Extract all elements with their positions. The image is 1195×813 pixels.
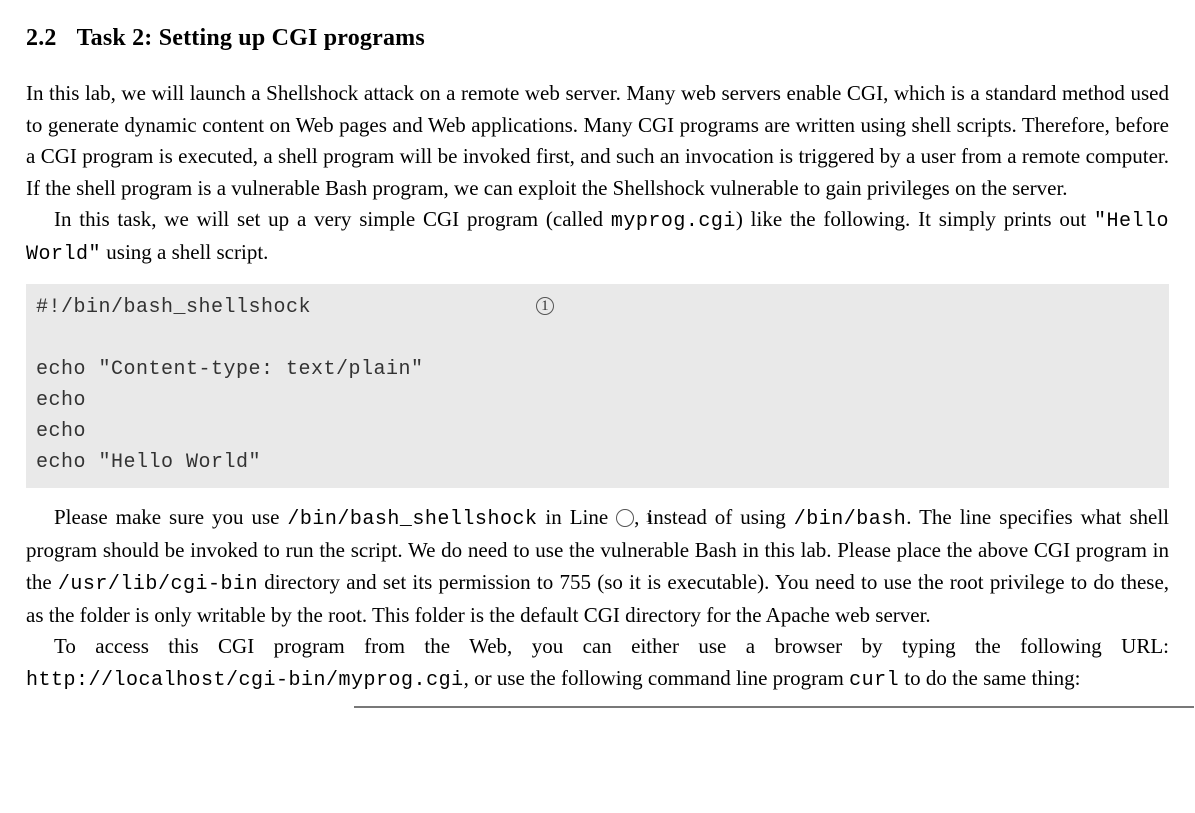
- inline-code-path: /usr/lib/cgi-bin: [58, 573, 258, 596]
- code-block: #!/bin/bash_shellshock 1 echo "Content-t…: [26, 284, 1169, 488]
- text: ) like the following. It simply prints o…: [736, 207, 1094, 231]
- paragraph-3: Please make sure you use /bin/bash_shell…: [26, 502, 1169, 631]
- paragraph-4: To access this CGI program from the Web,…: [26, 631, 1169, 696]
- code-line-6: echo "Hello World": [36, 451, 261, 474]
- paragraph-2: In this task, we will set up a very simp…: [26, 204, 1169, 270]
- line-marker-icon: 1: [616, 509, 634, 527]
- code-line-3: echo "Content-type: text/plain": [36, 358, 424, 381]
- inline-code-filename: myprog.cgi: [611, 210, 736, 233]
- code-line-5: echo: [36, 420, 86, 443]
- text: In this task, we will set up a very simp…: [54, 207, 611, 231]
- text: , instead of using: [634, 505, 794, 529]
- text: Please make sure you use: [54, 505, 287, 529]
- text: To access this CGI program from the Web,…: [54, 634, 1169, 658]
- inline-code-path: /bin/bash_shellshock: [287, 508, 537, 531]
- inline-code-curl: curl: [849, 669, 899, 692]
- inline-code-url: http://localhost/cgi-bin/myprog.cgi: [26, 669, 464, 692]
- footer-divider: [354, 706, 1194, 708]
- section-number: 2.2: [26, 25, 57, 51]
- text: to do the same thing:: [899, 666, 1080, 690]
- text: in Line: [537, 505, 616, 529]
- code-line-1: #!/bin/bash_shellshock: [36, 296, 311, 319]
- code-line-4: echo: [36, 389, 86, 412]
- section-title: Task 2: Setting up CGI programs: [77, 25, 425, 51]
- document-page: 2.2 Task 2: Setting up CGI programs In th…: [0, 0, 1195, 700]
- text: using a shell script.: [101, 240, 268, 264]
- paragraph-1: In this lab, we will launch a Shellshock…: [26, 78, 1169, 204]
- line-marker-icon: 1: [536, 297, 554, 315]
- text: , or use the following command line prog…: [464, 666, 850, 690]
- inline-code-path: /bin/bash: [794, 508, 907, 531]
- section-heading: 2.2 Task 2: Setting up CGI programs: [26, 20, 1169, 56]
